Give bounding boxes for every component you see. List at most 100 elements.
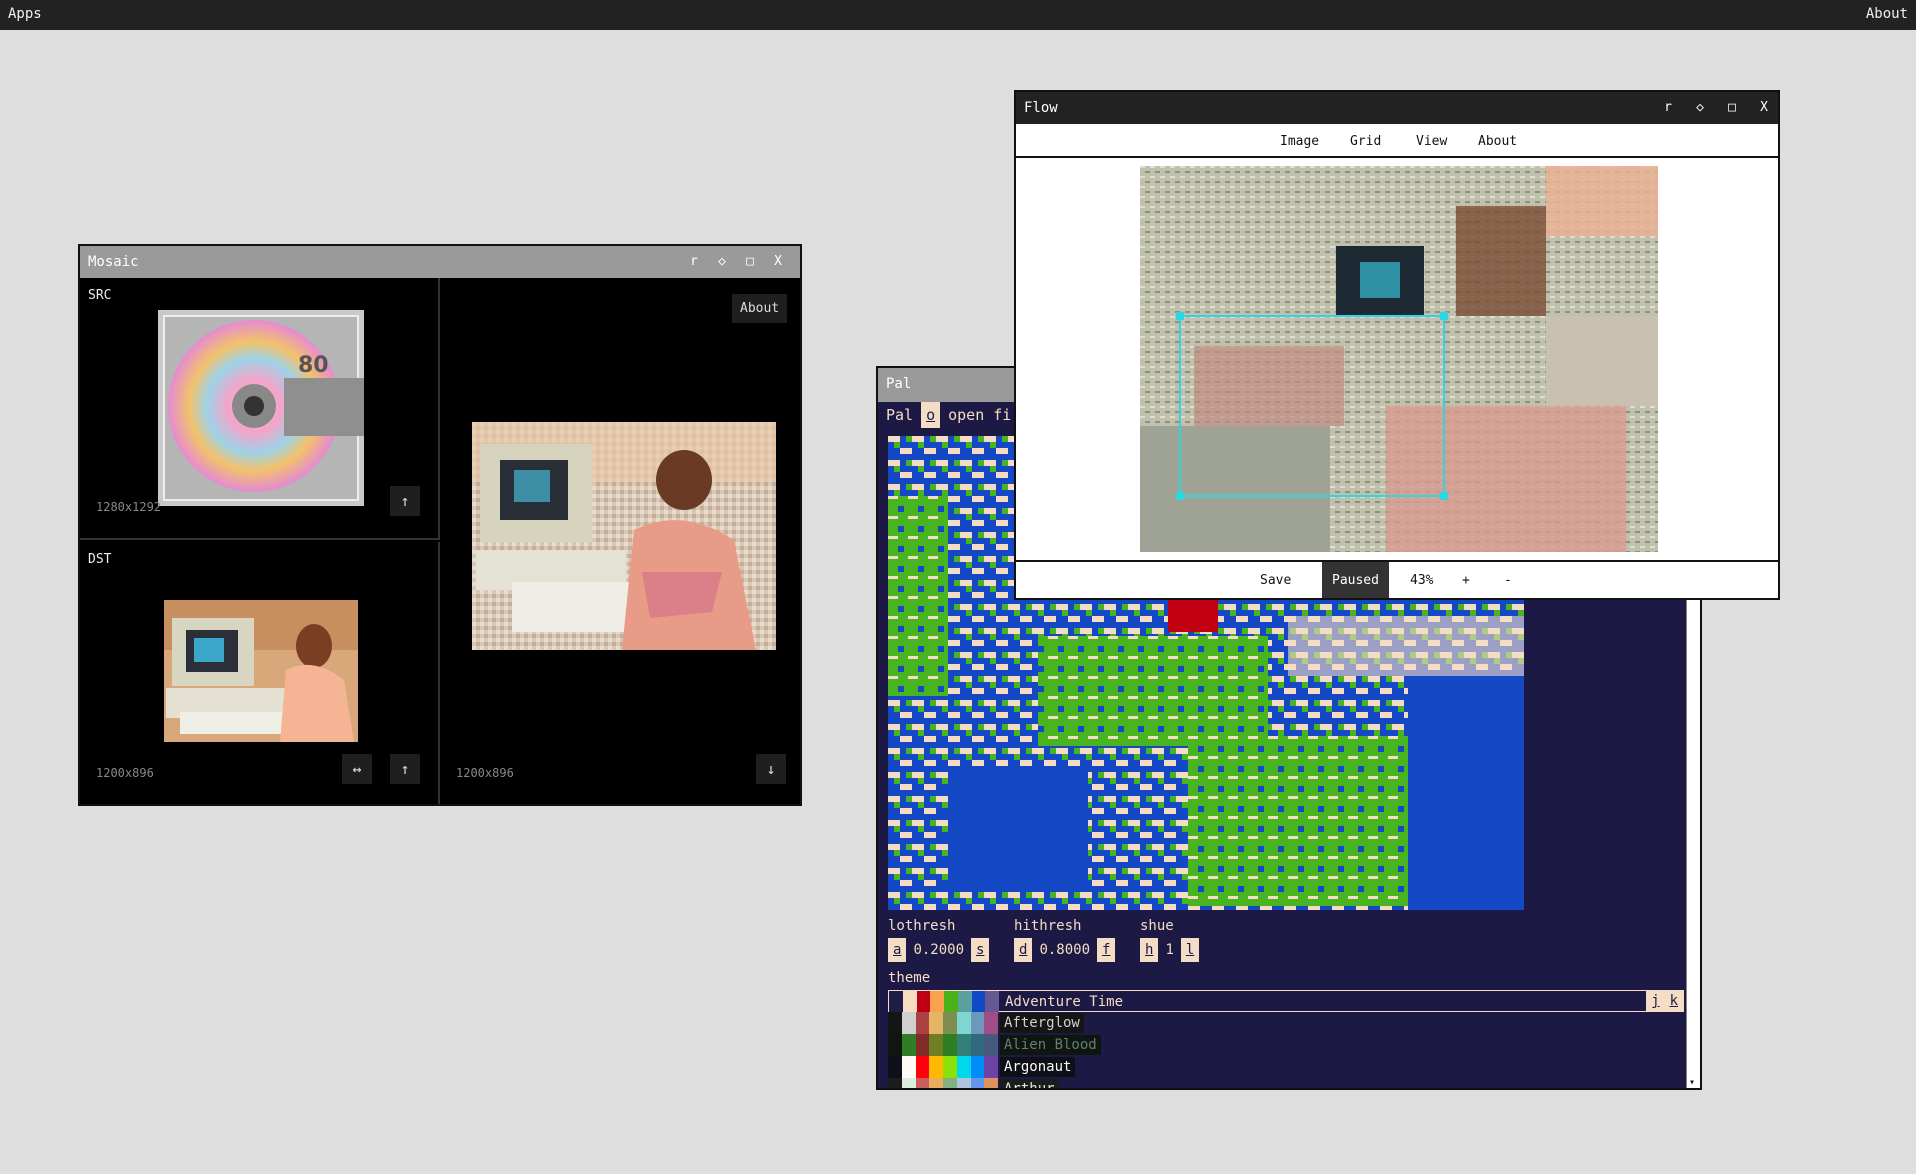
theme-item[interactable]: Afterglow: [888, 1012, 1684, 1034]
flow-titlebar[interactable]: Flow r ◇ □ X: [1016, 92, 1778, 124]
upload-src-button[interactable]: ↑: [390, 486, 420, 516]
theme-swatch: [889, 991, 903, 1013]
theme-swatch: [915, 1056, 930, 1078]
hithresh-label: hithresh: [1014, 918, 1082, 934]
about-button[interactable]: About: [732, 294, 788, 323]
theme-swatch: [901, 1078, 916, 1088]
hithresh-control: d 0.8000 f: [1014, 938, 1116, 962]
theme-swatches: [888, 1012, 998, 1034]
theme-swatch: [984, 1012, 998, 1034]
lothresh-dec-key[interactable]: a: [888, 938, 907, 962]
swap-button[interactable]: ↔: [342, 754, 372, 784]
theme-swatch: [929, 1012, 943, 1034]
theme-swatch: [956, 1012, 971, 1034]
zoom-out-button[interactable]: -: [1494, 562, 1522, 598]
theme-swatches: [888, 1034, 998, 1056]
zoom-in-button[interactable]: +: [1452, 562, 1480, 598]
hithresh-inc-key[interactable]: f: [1097, 938, 1116, 962]
theme-swatch: [943, 1056, 957, 1078]
svg-text:80: 80: [298, 353, 329, 378]
shue-inc-key[interactable]: l: [1180, 938, 1200, 962]
lothresh-inc-key[interactable]: s: [971, 938, 990, 962]
hithresh-dec-key[interactable]: d: [1014, 938, 1033, 962]
diamond-button[interactable]: ◇: [712, 252, 732, 272]
reset-button[interactable]: r: [684, 252, 704, 272]
save-button[interactable]: Save: [1250, 562, 1301, 598]
theme-swatch: [929, 1034, 943, 1056]
menu-image[interactable]: Image: [1280, 134, 1319, 149]
window-title: Pal: [886, 376, 912, 392]
open-key[interactable]: o: [921, 402, 941, 428]
about-menu[interactable]: About: [1866, 6, 1908, 22]
theme-swatch: [888, 1056, 902, 1078]
theme-swatch: [984, 1034, 998, 1056]
download-button[interactable]: ↓: [756, 754, 786, 784]
menu-about[interactable]: About: [1478, 134, 1517, 149]
close-button[interactable]: X: [1754, 98, 1774, 118]
diamond-button[interactable]: ◇: [1690, 98, 1710, 118]
arrow-up-icon: ↑: [400, 492, 410, 510]
theme-swatch: [930, 991, 944, 1013]
theme-swatch: [888, 1012, 902, 1034]
lothresh-control: a 0.2000 s: [888, 938, 990, 962]
theme-item-selected[interactable]: Adventure Time jk: [888, 990, 1684, 1013]
top-menubar: Apps About: [0, 0, 1916, 30]
hithresh-value: 0.8000: [1034, 938, 1096, 962]
dst-dimensions: 1200x896: [96, 766, 154, 780]
menu-view[interactable]: View: [1416, 134, 1447, 149]
shue-dec-key[interactable]: h: [1140, 938, 1159, 962]
theme-swatch: [901, 1056, 916, 1078]
theme-swatches: [888, 1078, 998, 1088]
theme-swatch: [915, 1034, 930, 1056]
theme-prev-key[interactable]: j: [1646, 990, 1665, 1012]
theme-swatch: [916, 991, 931, 1013]
theme-nav: jk: [1646, 990, 1683, 1012]
theme-swatch: [929, 1078, 943, 1088]
close-button[interactable]: X: [768, 252, 788, 272]
theme-swatch: [888, 1078, 902, 1088]
arrow-up-icon: ↑: [400, 760, 410, 778]
theme-swatch: [915, 1078, 930, 1088]
apps-menu[interactable]: Apps: [8, 6, 42, 22]
theme-swatch: [970, 1078, 985, 1088]
theme-next-key[interactable]: k: [1664, 990, 1683, 1012]
theme-swatch: [970, 1056, 985, 1078]
mosaic-titlebar[interactable]: Mosaic r ◇ □ X: [80, 246, 800, 278]
theme-name: Alien Blood: [1000, 1035, 1101, 1055]
theme-swatches: [888, 1056, 998, 1078]
reset-button[interactable]: r: [1658, 98, 1678, 118]
src-panel: SRC 80 1280x1292 ↑: [80, 278, 440, 540]
paused-toggle[interactable]: Paused: [1322, 562, 1389, 598]
src-dimensions: 1280x1292: [96, 500, 162, 514]
theme-swatch: [985, 991, 999, 1013]
theme-swatch: [970, 1012, 985, 1034]
theme-item[interactable]: Alien Blood: [888, 1034, 1684, 1056]
menu-grid[interactable]: Grid: [1350, 134, 1381, 149]
output-image: [472, 422, 776, 650]
arrow-down-icon: ↓: [766, 760, 776, 778]
theme-swatch: [944, 991, 958, 1013]
flow-canvas[interactable]: [1140, 166, 1658, 552]
theme-swatch: [970, 1034, 985, 1056]
theme-swatch: [929, 1056, 943, 1078]
theme-name: Afterglow: [1000, 1013, 1084, 1033]
upload-dst-button[interactable]: ↑: [390, 754, 420, 784]
theme-swatch: [984, 1078, 998, 1088]
open-file-button[interactable]: open fi: [940, 402, 1020, 428]
maximize-button[interactable]: □: [1722, 98, 1742, 118]
theme-swatch: [984, 1056, 998, 1078]
theme-swatch: [957, 991, 972, 1013]
theme-swatch: [888, 1034, 902, 1056]
theme-swatch: [956, 1056, 971, 1078]
scroll-down-icon[interactable]: ▾: [1689, 1077, 1695, 1088]
maximize-button[interactable]: □: [740, 252, 760, 272]
theme-label: theme: [888, 970, 931, 986]
lothresh-label: lothresh: [888, 918, 956, 934]
src-image: 80: [158, 310, 364, 506]
pal-toolbar: Pal o open fi: [878, 402, 1020, 428]
pal-tab[interactable]: Pal: [878, 402, 922, 428]
theme-item[interactable]: Argonaut: [888, 1056, 1684, 1078]
theme-item[interactable]: Arthur: [888, 1078, 1684, 1088]
theme-swatch: [943, 1012, 957, 1034]
shue-control: h1l: [1140, 938, 1200, 962]
